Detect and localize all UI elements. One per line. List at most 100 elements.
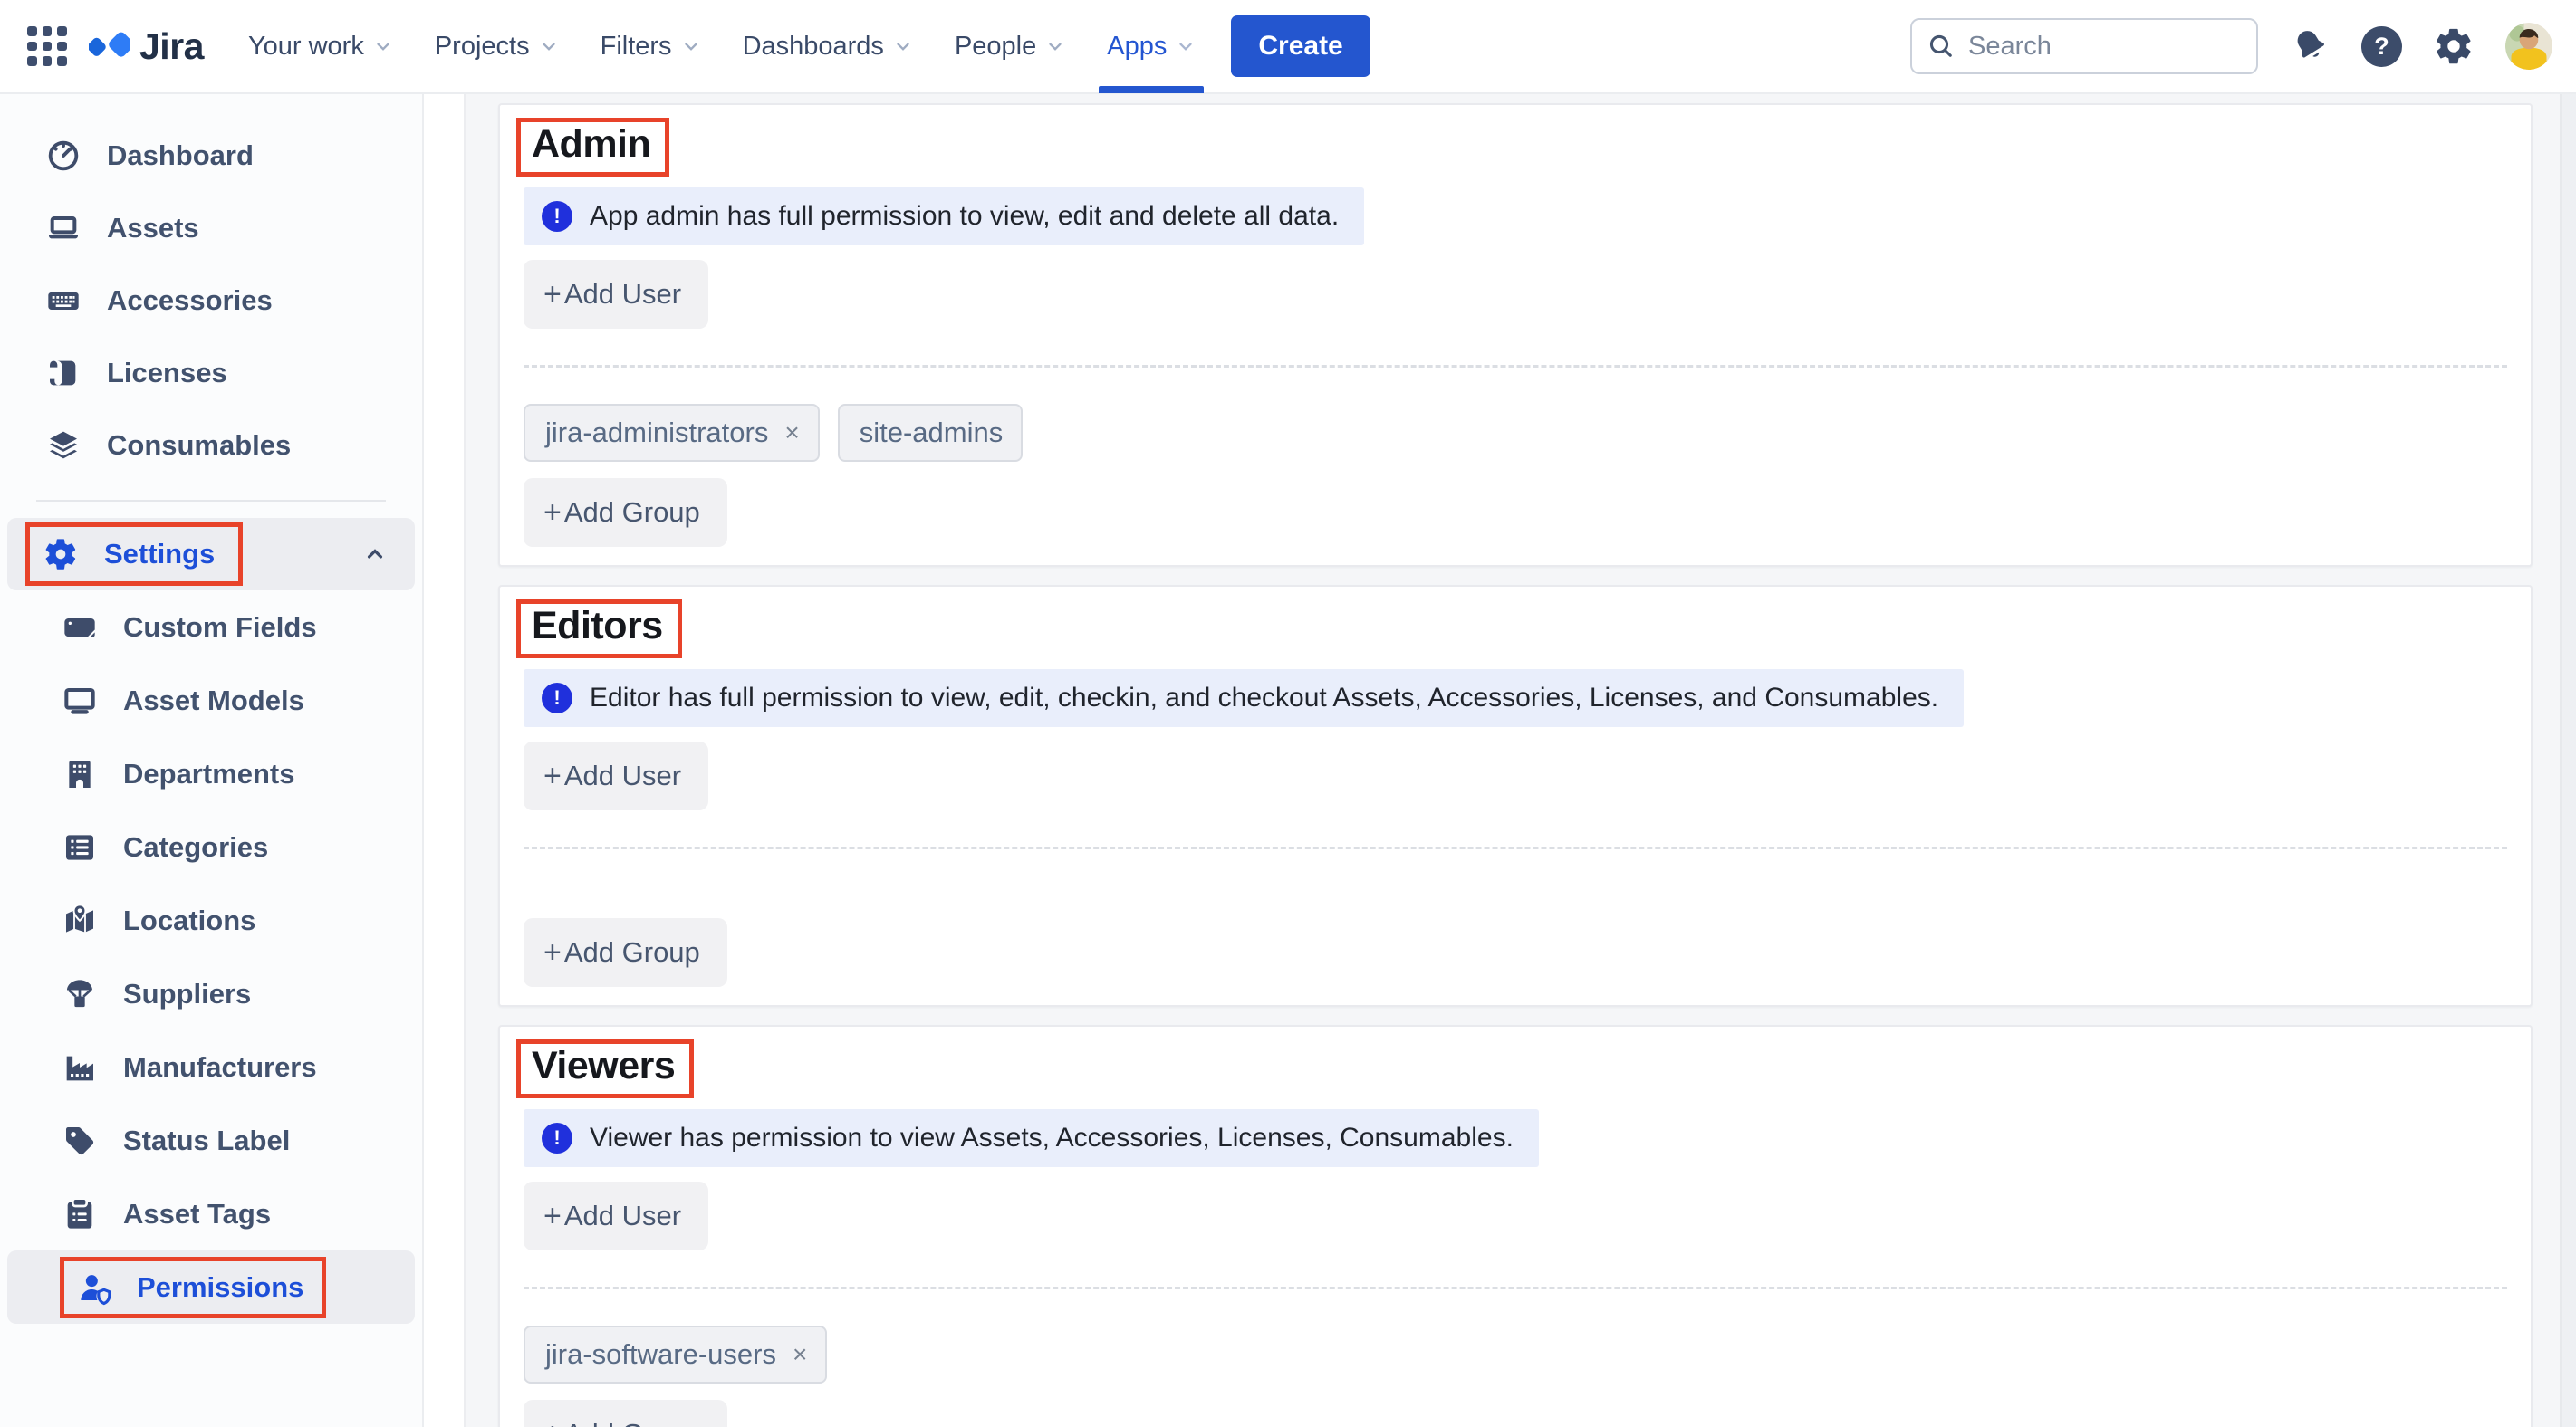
sidebar-item-label: Suppliers xyxy=(123,978,251,1010)
section-editors: Editors ! Editor has full permission to … xyxy=(498,585,2533,1007)
sidebar-item-label: Locations xyxy=(123,905,255,937)
sidebar-item-locations[interactable]: Locations xyxy=(7,884,415,957)
chevron-down-icon xyxy=(373,36,393,56)
plus-icon: + xyxy=(543,281,562,309)
group-chip[interactable]: jira-administrators × xyxy=(524,404,820,462)
info-banner: ! App admin has full permission to view,… xyxy=(524,187,1364,245)
sidebar-item-consumables[interactable]: Consumables xyxy=(7,409,415,482)
add-user-button[interactable]: + Add User xyxy=(524,742,708,810)
sidebar-item-manufacturers[interactable]: Manufacturers xyxy=(7,1030,415,1104)
sidebar-item-label: Permissions xyxy=(137,1271,303,1304)
sidebar-item-custom-fields[interactable]: Custom Fields xyxy=(7,590,415,664)
section-title-editors: Editors xyxy=(532,604,663,648)
laptop-icon xyxy=(43,210,83,246)
add-group-button[interactable]: + Add Group xyxy=(524,1400,727,1427)
add-user-button[interactable]: + Add User xyxy=(524,1182,708,1250)
top-navigation-bar: Jira Your work Projects Filters Dashboar… xyxy=(0,0,2576,94)
nav-dashboards[interactable]: Dashboards xyxy=(722,0,934,93)
sidebar-item-label: Status Label xyxy=(123,1125,290,1157)
plus-icon: + xyxy=(543,1421,562,1427)
sidebar-item-label: Assets xyxy=(107,212,199,244)
chevron-down-icon xyxy=(893,36,913,56)
user-shield-icon xyxy=(75,1269,115,1306)
parachute-box-icon xyxy=(60,976,100,1012)
sidebar-item-asset-models[interactable]: Asset Models xyxy=(7,664,415,737)
vertical-scrollbar[interactable] xyxy=(2560,94,2576,1427)
group-chips-row: jira-software-users × xyxy=(524,1326,2507,1384)
group-chip[interactable]: jira-software-users × xyxy=(524,1326,827,1384)
chevron-up-icon[interactable] xyxy=(362,541,388,567)
sidebar-item-label: Settings xyxy=(104,538,215,570)
keyboard-icon xyxy=(43,283,83,319)
global-search[interactable] xyxy=(1910,18,2258,74)
notification-bell-icon[interactable] xyxy=(2289,25,2331,67)
sidebar-item-label: Accessories xyxy=(107,284,273,317)
search-input[interactable] xyxy=(1968,32,2247,62)
nav-your-work[interactable]: Your work xyxy=(227,0,414,93)
map-pin-icon xyxy=(60,903,100,939)
sidebar-gutter xyxy=(424,94,466,1427)
monitor-icon xyxy=(60,683,100,719)
info-icon: ! xyxy=(542,1123,572,1154)
add-group-button[interactable]: + Add Group xyxy=(524,918,727,987)
section-title-admin: Admin xyxy=(532,122,650,167)
nav-apps[interactable]: Apps xyxy=(1086,0,1216,93)
sidebar-item-permissions[interactable]: Permissions xyxy=(7,1250,415,1324)
list-icon xyxy=(60,829,100,866)
red-annotation-box: Settings xyxy=(25,522,243,586)
building-icon xyxy=(60,756,100,792)
sidebar-item-label: Dashboard xyxy=(107,139,254,172)
nav-filters[interactable]: Filters xyxy=(580,0,722,93)
sidebar-item-label: Consumables xyxy=(107,429,291,462)
plus-icon: + xyxy=(543,1202,562,1231)
topbar-actions: ? xyxy=(1910,18,2552,74)
sidebar-item-suppliers[interactable]: Suppliers xyxy=(7,957,415,1030)
settings-gear-icon[interactable] xyxy=(2433,25,2475,67)
sidebar-divider xyxy=(36,500,386,502)
add-group-button[interactable]: + Add Group xyxy=(524,478,727,547)
sidebar-item-accessories[interactable]: Accessories xyxy=(7,264,415,337)
info-banner-text: Viewer has permission to view Assets, Ac… xyxy=(590,1123,1514,1154)
factory-icon xyxy=(60,1049,100,1086)
info-banner-text: Editor has full permission to view, edit… xyxy=(590,683,1938,714)
sidebar-item-departments[interactable]: Departments xyxy=(7,737,415,810)
sidebar-item-licenses[interactable]: Licenses xyxy=(7,337,415,409)
nav-projects[interactable]: Projects xyxy=(414,0,580,93)
section-title-viewers: Viewers xyxy=(532,1044,675,1088)
remove-chip-icon[interactable]: × xyxy=(784,418,799,447)
sidebar-item-dashboard[interactable]: Dashboard xyxy=(7,120,415,192)
custom-fields-icon xyxy=(60,609,100,646)
nav-people[interactable]: People xyxy=(934,0,1086,93)
gear-icon xyxy=(41,536,81,572)
sidebar-item-label: Asset Models xyxy=(123,685,304,717)
help-icon[interactable]: ? xyxy=(2361,26,2402,67)
red-annotation-box: Permissions xyxy=(60,1257,326,1318)
clipboard-icon xyxy=(60,1196,100,1232)
jira-logo-mark xyxy=(89,25,130,67)
app-switcher-icon[interactable] xyxy=(27,26,67,66)
sidebar-item-categories[interactable]: Categories xyxy=(7,810,415,884)
sidebar-item-assets[interactable]: Assets xyxy=(7,192,415,264)
info-banner: ! Viewer has permission to view Assets, … xyxy=(524,1109,1539,1167)
dashed-divider xyxy=(524,365,2507,368)
scroll-icon xyxy=(43,355,83,391)
add-user-button[interactable]: + Add User xyxy=(524,260,708,329)
app-sidebar: Dashboard Assets xyxy=(0,94,424,1427)
plus-icon: + xyxy=(543,499,562,527)
search-icon xyxy=(1927,32,1956,61)
jira-logo-text: Jira xyxy=(139,25,204,68)
sidebar-item-status-label[interactable]: Status Label xyxy=(7,1104,415,1177)
sidebar-item-settings[interactable]: Settings xyxy=(7,518,415,590)
group-chip-label: site-admins xyxy=(860,417,1004,449)
sidebar-item-label: Categories xyxy=(123,831,268,864)
group-chip[interactable]: site-admins xyxy=(838,404,1024,462)
sidebar-item-label: Departments xyxy=(123,758,295,790)
sidebar-item-asset-tags[interactable]: Asset Tags xyxy=(7,1177,415,1250)
create-button[interactable]: Create xyxy=(1231,15,1370,77)
user-avatar[interactable] xyxy=(2505,23,2552,70)
permissions-content: Admin ! App admin has full permission to… xyxy=(466,94,2576,1427)
sidebar-item-label: Custom Fields xyxy=(123,611,317,644)
red-annotation-box: Editors xyxy=(516,599,682,658)
remove-chip-icon[interactable]: × xyxy=(793,1340,807,1369)
jira-logo[interactable]: Jira xyxy=(89,25,204,68)
